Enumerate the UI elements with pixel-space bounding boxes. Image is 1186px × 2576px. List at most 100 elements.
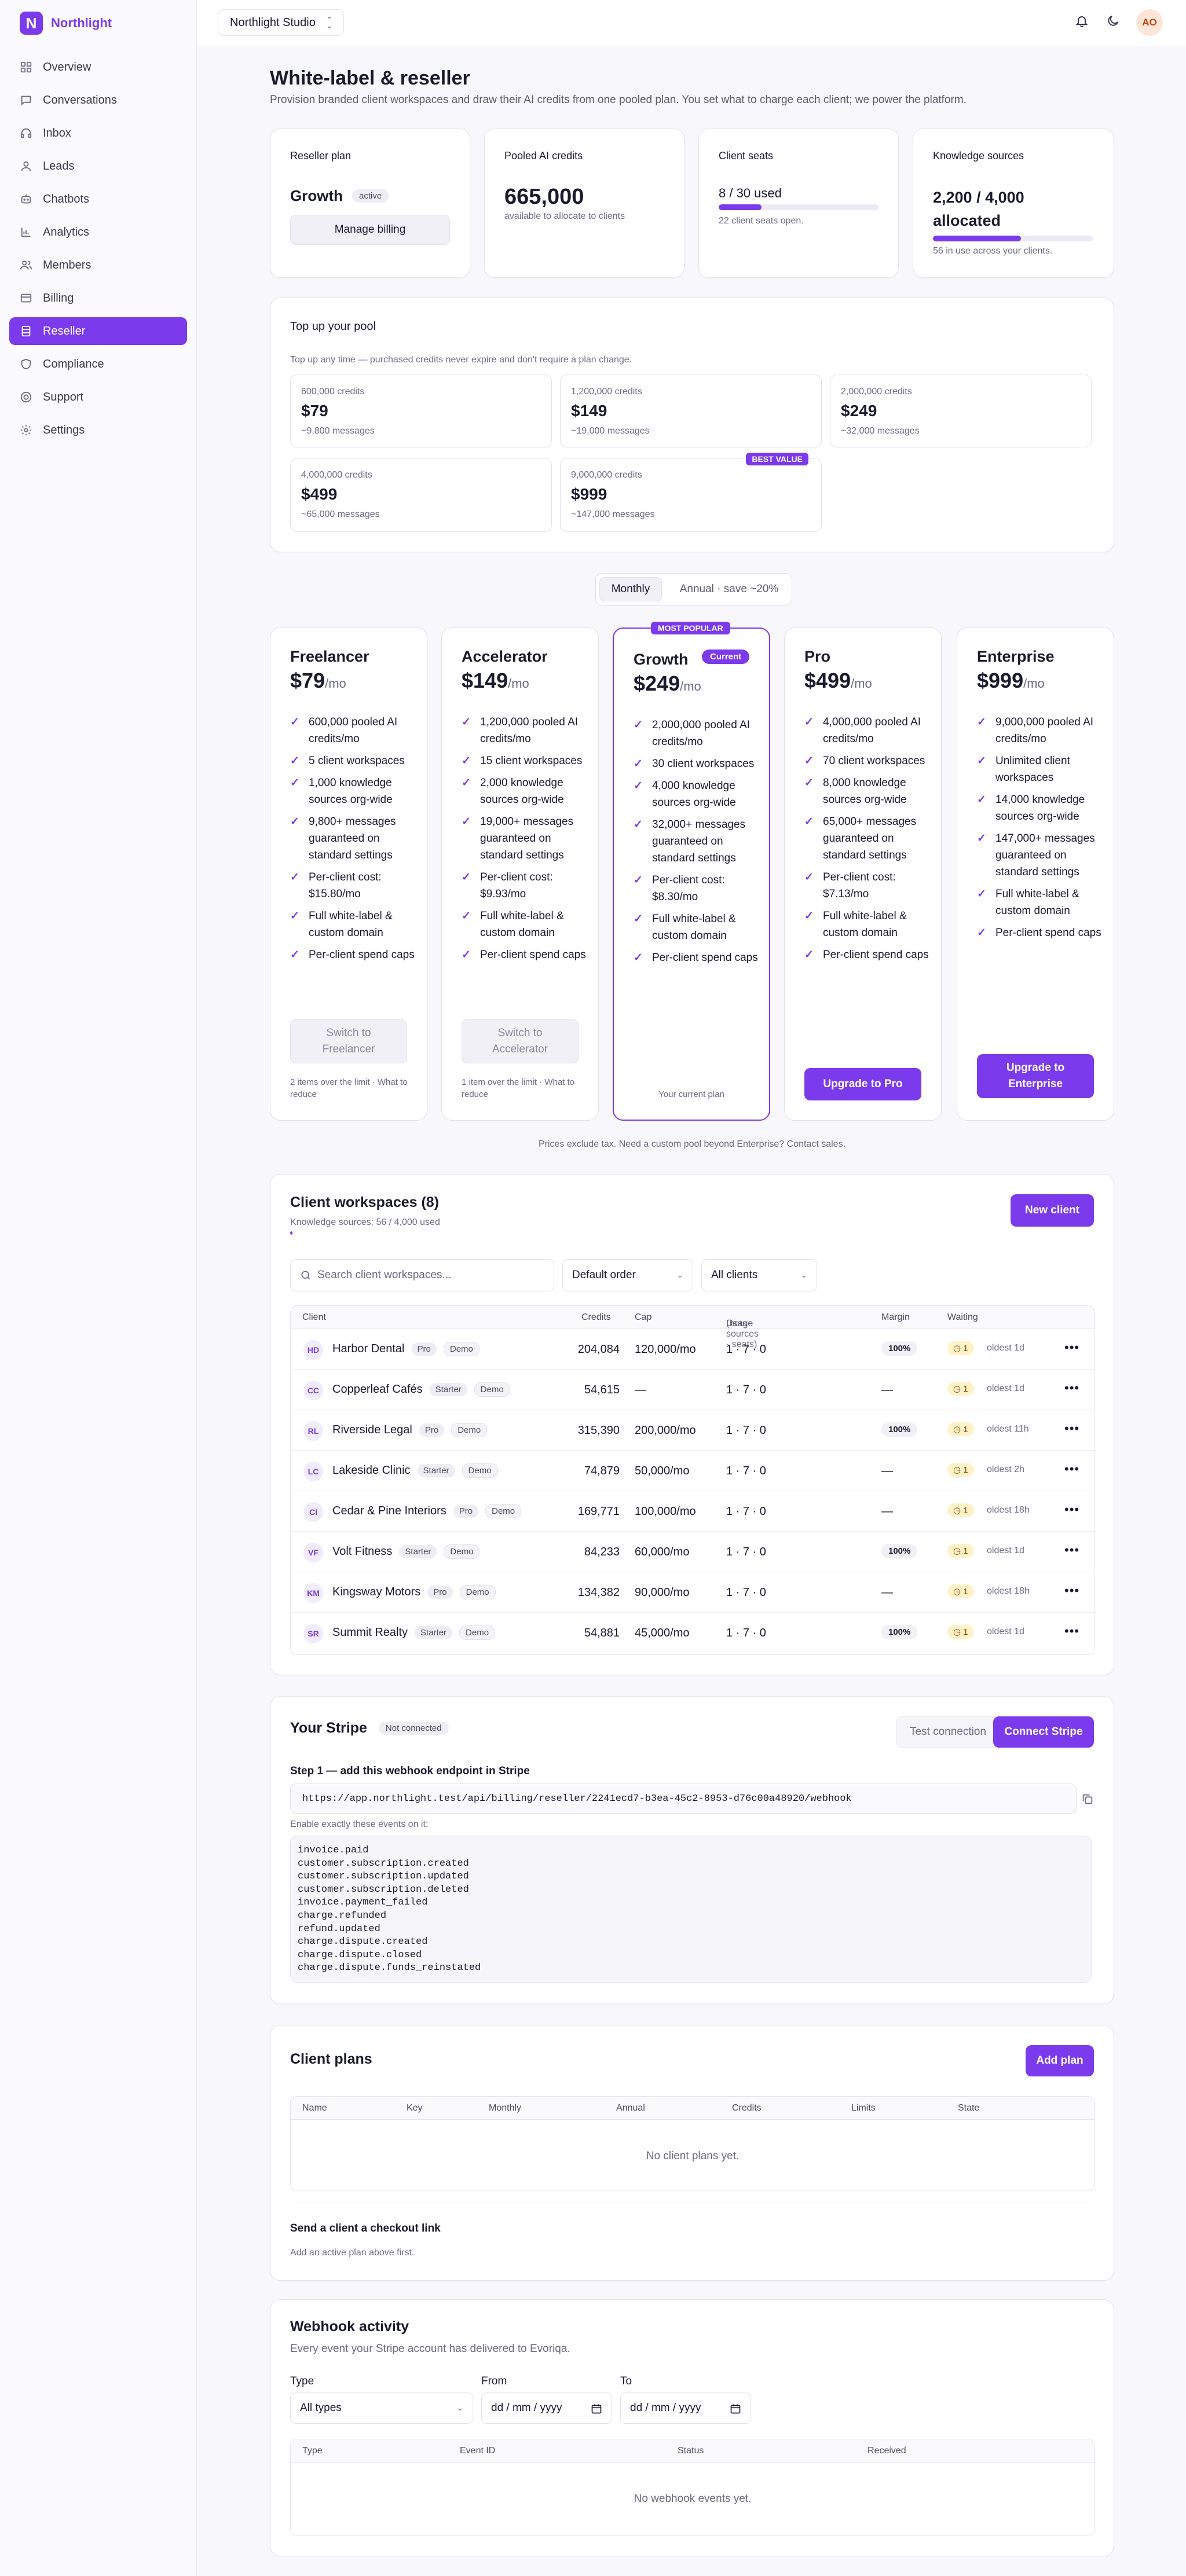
webhook-url-field[interactable]: https://app.northlight.test/api/billing/…: [290, 1784, 1077, 1814]
client-name[interactable]: Harbor Dental: [332, 1342, 405, 1356]
cap-cell: —: [635, 1384, 646, 1396]
client-name[interactable]: Volt Fitness: [332, 1545, 392, 1558]
bell-button[interactable]: [1075, 14, 1091, 30]
client-filter-select[interactable]: All clients ⌄: [701, 1259, 817, 1291]
more-icon[interactable]: •••: [1064, 1462, 1079, 1477]
new-client-button[interactable]: New client: [1011, 1194, 1094, 1227]
order-value: Default order: [572, 1269, 636, 1281]
sidebar-item-conversations[interactable]: Conversations: [9, 86, 187, 114]
avatar[interactable]: AO: [1136, 9, 1163, 36]
col-credits: Credits: [732, 2103, 762, 2113]
sidebar-item-support[interactable]: Support: [9, 383, 187, 411]
upgrade-to-pro-button[interactable]: Upgrade to Pro: [804, 1068, 921, 1100]
sidebar-item-settings[interactable]: Settings: [9, 416, 187, 444]
table-row[interactable]: CI Cedar & Pine Interiors Pro Demo 169,771 10…: [291, 1491, 1095, 1532]
more-icon[interactable]: •••: [1064, 1543, 1079, 1558]
demo-tag: Demo: [443, 1342, 479, 1356]
to-date-input[interactable]: dd / mm / yyyy: [620, 2392, 751, 2424]
more-icon[interactable]: •••: [1064, 1381, 1079, 1396]
workspace-switcher[interactable]: Northlight Studio ⌃ ⌄: [218, 9, 344, 36]
client-name[interactable]: Summit Realty: [332, 1626, 408, 1639]
sidebar-item-inbox[interactable]: Inbox: [9, 119, 187, 147]
brand[interactable]: N Northlight: [0, 0, 196, 46]
client-initials: CI: [303, 1502, 323, 1522]
page-subtitle: Provision branded client workspaces and …: [270, 94, 967, 106]
table-row[interactable]: SR Summit Realty Starter Demo 54,881 45,000/m…: [291, 1613, 1095, 1653]
table-row[interactable]: LC Lakeside Clinic Starter Demo 74,879 50,000…: [291, 1451, 1095, 1491]
client-name[interactable]: Kingsway Motors: [332, 1586, 420, 1599]
theme-toggle-button[interactable]: [1106, 14, 1122, 30]
col-received: Received: [867, 2446, 906, 2456]
reseller-plan-card: Reseller plan Growth active Manage billi…: [270, 129, 470, 278]
stat-value: 8 / 30 used: [719, 186, 782, 200]
clock-icon: ◷: [953, 1587, 961, 1597]
sidebar-item-compliance[interactable]: Compliance: [9, 350, 187, 378]
credit-pack-600k[interactable]: 600,000 credits $79 ~9,800 messages: [290, 375, 552, 447]
clock-icon: ◷: [953, 1506, 961, 1515]
pack-credits: 1,200,000 credits: [571, 387, 642, 397]
pack-price: $79: [301, 402, 328, 420]
credit-pack-2000k[interactable]: 2,000,000 credits $249 ~32,000 messages: [830, 375, 1092, 447]
copy-icon[interactable]: [1081, 1793, 1094, 1806]
sidebar-item-billing[interactable]: Billing: [9, 284, 187, 312]
more-icon[interactable]: •••: [1064, 1624, 1079, 1639]
plan-note[interactable]: 1 item over the limit · What to reduce: [462, 1076, 587, 1100]
table-row[interactable]: RL Riverside Legal Pro Demo 315,390 200,000/m…: [291, 1410, 1095, 1451]
switch-to-freelancer-button[interactable]: Switch to Freelancer: [290, 1019, 407, 1063]
stat-label: Reseller plan: [290, 150, 352, 162]
sidebar-item-chatbots[interactable]: Chatbots: [9, 185, 187, 213]
col-state: State: [958, 2103, 980, 2113]
col-type: Type: [302, 2446, 323, 2456]
sidebar-item-analytics[interactable]: Analytics: [9, 218, 187, 246]
more-icon[interactable]: •••: [1064, 1502, 1079, 1517]
oldest-cell: oldest 2h: [987, 1465, 1024, 1474]
credit-pack-1200k[interactable]: 1,200,000 credits $149 ~19,000 messages: [560, 375, 822, 447]
upgrade-to-enterprise-button[interactable]: Upgrade to Enterprise: [977, 1054, 1094, 1098]
connect-stripe-button[interactable]: Connect Stripe: [993, 1716, 1094, 1748]
feature-item: 147,000+ messages guaranteed on standard…: [977, 830, 1103, 880]
feature-item: 4,000 knowledge sources org-wide: [634, 777, 759, 811]
waiting-count: 1: [963, 1587, 968, 1597]
sidebar-item-leads[interactable]: Leads: [9, 152, 187, 180]
plan-note[interactable]: 2 items over the limit · What to reduce: [290, 1076, 415, 1100]
col-cap: Cap: [635, 1312, 652, 1322]
bot-icon: [21, 194, 31, 204]
sidebar-item-members[interactable]: Members: [9, 251, 187, 279]
from-date-input[interactable]: dd / mm / yyyy: [481, 2392, 612, 2424]
toggle-monthly[interactable]: Monthly: [599, 577, 662, 601]
chevron-down-icon: ⌄: [800, 1270, 807, 1279]
plan-price: $999/mo: [977, 669, 1045, 693]
margin-cell: 100%: [881, 1544, 918, 1558]
order-select[interactable]: Default order ⌄: [562, 1259, 693, 1291]
more-icon[interactable]: •••: [1064, 1340, 1079, 1355]
table-row[interactable]: HD Harbor Dental Pro Demo 204,084 120,000/mo 1…: [291, 1329, 1095, 1370]
feature-item: 14,000 knowledge sources org-wide: [977, 791, 1103, 825]
credit-pack-9000k[interactable]: BEST VALUE 9,000,000 credits $999 ~147,0…: [560, 453, 822, 532]
switch-to-accelerator-button[interactable]: Switch to Accelerator: [462, 1019, 579, 1063]
sidebar-item-overview[interactable]: Overview: [9, 53, 187, 81]
credits-cell: 315,390: [577, 1424, 620, 1437]
client-name[interactable]: Lakeside Clinic: [332, 1464, 411, 1477]
sidebar-item-label: Members: [43, 258, 91, 271]
test-connection-button[interactable]: Test connection: [896, 1716, 1000, 1748]
pack-credits: 9,000,000 credits: [571, 470, 642, 480]
client-initials: CC: [303, 1381, 323, 1400]
search-input[interactable]: Search client workspaces...: [290, 1259, 554, 1291]
col-key: Key: [407, 2103, 423, 2113]
table-row[interactable]: VF Volt Fitness Starter Demo 84,233 60,000/mo…: [291, 1532, 1095, 1572]
client-name[interactable]: Copperleaf Cafés: [332, 1383, 423, 1396]
table-row[interactable]: KM Kingsway Motors Pro Demo 134,382 90,000/mo…: [291, 1572, 1095, 1613]
credit-pack-4000k[interactable]: 4,000,000 credits $499 ~65,000 messages: [290, 458, 552, 532]
client-name[interactable]: Riverside Legal: [332, 1423, 412, 1437]
credits-cell: 204,084: [577, 1343, 620, 1356]
table-row[interactable]: CC Copperleaf Cafés Starter Demo 54,615 — 1 · …: [291, 1370, 1095, 1410]
manage-billing-button[interactable]: Manage billing: [290, 215, 450, 245]
add-plan-button[interactable]: Add plan: [1026, 2045, 1094, 2076]
more-icon[interactable]: •••: [1064, 1421, 1079, 1436]
toggle-annual[interactable]: Annual · save ~20%: [670, 577, 788, 601]
plan-note: Your current plan: [658, 1089, 724, 1099]
sidebar-item-reseller[interactable]: Reseller: [9, 317, 187, 345]
more-icon[interactable]: •••: [1064, 1583, 1079, 1598]
client-name[interactable]: Cedar & Pine Interiors: [332, 1504, 446, 1518]
event-type-select[interactable]: All types ⌄: [290, 2392, 473, 2424]
